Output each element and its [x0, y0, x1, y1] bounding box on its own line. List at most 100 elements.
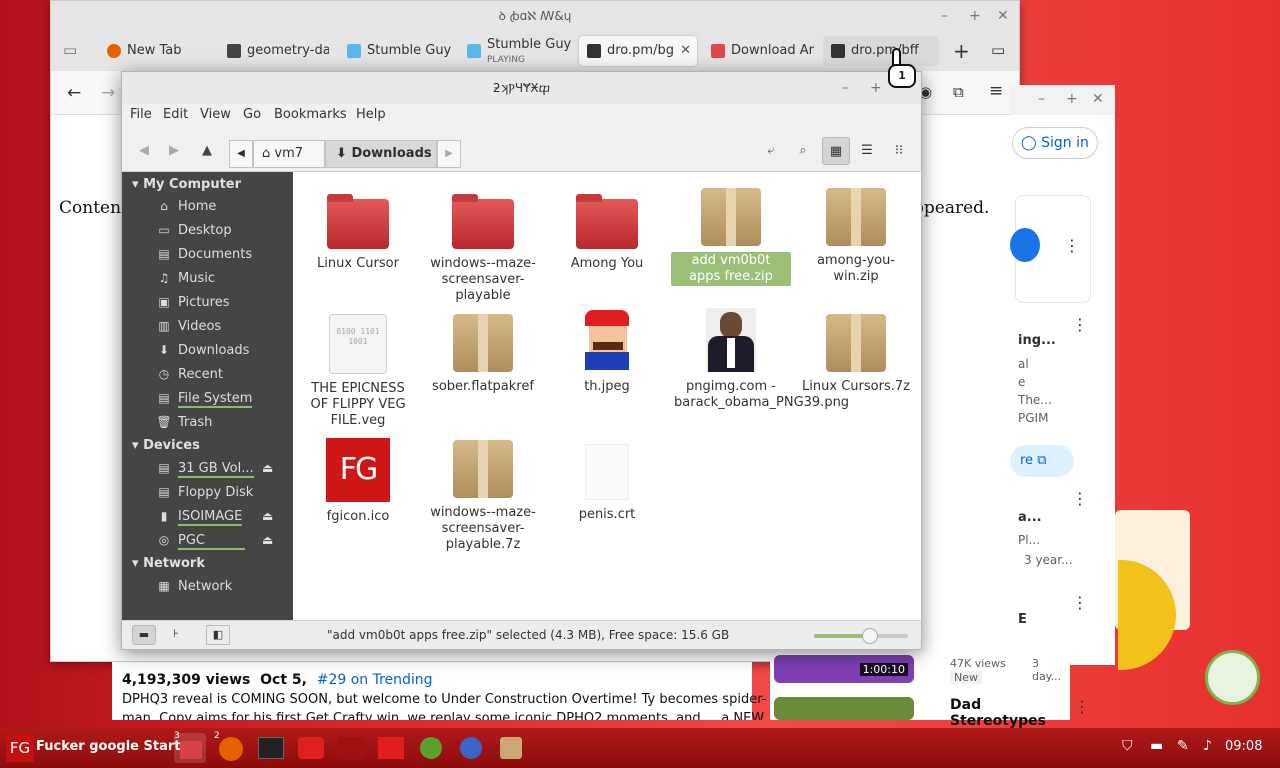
sidebar-item-filesystem[interactable]: ▤ File System: [156, 387, 286, 409]
tab-stumble-2[interactable]: Stumble Guy PLAYING: [459, 36, 571, 66]
close-tab-icon[interactable]: ✕: [680, 36, 691, 66]
search-icon[interactable]: ⌕: [792, 140, 814, 162]
tab-dro-bg[interactable]: dro.pm/bg ✕: [579, 36, 697, 66]
taskbar-archive[interactable]: [494, 733, 526, 763]
tab-overview-icon[interactable]: ▭: [63, 41, 77, 59]
taskbar-files[interactable]: 3: [174, 731, 206, 763]
new-tab-icon[interactable]: +: [953, 39, 970, 63]
fm-titlebar[interactable]: ƻʞⲢЧɎӾⴔ – +: [122, 72, 921, 104]
more-icon[interactable]: ⋮: [1064, 236, 1080, 255]
sidebar-item-documents[interactable]: ▤ Documents: [156, 243, 286, 265]
trending-link[interactable]: #29 on Trending: [317, 672, 433, 688]
file-item[interactable]: FG fgicon.ico: [298, 438, 418, 526]
forward-icon[interactable]: →: [101, 83, 115, 103]
tab-dro-bff[interactable]: dro.pm/bff: [823, 36, 939, 66]
menu-view[interactable]: View: [200, 107, 231, 122]
clock[interactable]: 09:08: [1225, 739, 1262, 754]
extensions-icon[interactable]: ⧉: [953, 83, 964, 101]
sidebar-item-home[interactable]: ⌂ Home: [156, 195, 286, 217]
video-thumbnail[interactable]: [774, 697, 914, 720]
pen-icon[interactable]: ✎: [1177, 738, 1189, 754]
more-icon[interactable]: ⋮: [1074, 697, 1090, 716]
taskbar-terminal[interactable]: [254, 733, 286, 763]
menu-icon[interactable]: ≡: [989, 81, 1003, 101]
tab-download[interactable]: Download Ar: [703, 36, 815, 66]
volume-icon[interactable]: ♪: [1203, 738, 1212, 754]
places-toggle-icon[interactable]: ▬: [132, 625, 156, 645]
file-item[interactable]: 0100 1101 1001 THE EPICNESS OF FLIPPY VEG…: [298, 314, 418, 430]
file-item[interactable]: windows--maze-screensaver-playable: [423, 194, 543, 305]
sidebar-item-pictures[interactable]: ▣ Pictures: [156, 291, 286, 313]
file-item[interactable]: sober.flatpakref: [423, 314, 543, 396]
minimize-icon[interactable]: –: [941, 1, 948, 31]
sidebar-item-music[interactable]: ♫ Music: [156, 267, 286, 289]
compact-view-icon[interactable]: ⁝⁝: [888, 140, 910, 162]
back-icon[interactable]: ◀: [133, 140, 155, 162]
file-item[interactable]: th.jpeg: [547, 308, 667, 396]
eject-icon[interactable]: ⏏: [262, 509, 273, 523]
breadcrumb-downloads[interactable]: ⬇ Downloads: [325, 140, 437, 168]
file-item[interactable]: Linux Cursor: [298, 194, 418, 273]
menu-bookmarks[interactable]: Bookmarks: [274, 107, 347, 122]
video-thumbnail[interactable]: 1:00:10: [774, 655, 914, 683]
file-item[interactable]: among-you-win.zip: [796, 188, 916, 286]
window-icon[interactable]: ▭: [991, 41, 1005, 59]
keyboard-icon[interactable]: ▬: [1150, 738, 1163, 754]
maximize-icon[interactable]: +: [1066, 91, 1078, 107]
taskbar-updater[interactable]: [414, 733, 446, 763]
more-icon[interactable]: ⋮: [1072, 593, 1088, 612]
taskbar-firefox[interactable]: 2: [214, 731, 246, 763]
zoom-slider-knob[interactable]: [862, 628, 879, 644]
maximize-icon[interactable]: +: [969, 1, 981, 31]
breadcrumb-left-icon[interactable]: ◀: [229, 140, 253, 168]
breadcrumb-right-icon[interactable]: ▶: [437, 140, 461, 168]
video-title[interactable]: a...: [1018, 510, 1042, 525]
location-toggle-icon[interactable]: ⤶: [760, 140, 782, 162]
sidebar-section-network[interactable]: ▾ Network: [132, 556, 205, 571]
sidebar-item-videos[interactable]: ▥ Videos: [156, 315, 286, 337]
more-icon[interactable]: ⋮: [1072, 315, 1088, 334]
file-item[interactable]: windows--maze-screensaver-playable.7z: [423, 440, 543, 554]
file-item[interactable]: pngimg.com - barack_obama_PNG39.png: [671, 308, 849, 412]
close-icon[interactable]: ✕: [1092, 91, 1104, 107]
more-button[interactable]: re ⧉: [1010, 445, 1074, 477]
file-item[interactable]: penis.crt: [547, 444, 667, 524]
file-item-selected[interactable]: add vm0b0t apps free.zip: [671, 188, 791, 286]
start-label[interactable]: Fucker google Start: [36, 739, 181, 754]
file-item[interactable]: Linux Cursors.7z: [796, 314, 916, 396]
minimize-icon[interactable]: –: [842, 72, 849, 104]
sidebar-item-desktop[interactable]: ▭ Desktop: [156, 219, 286, 241]
ad-button[interactable]: [1010, 228, 1040, 262]
breadcrumb-home[interactable]: ⌂ vm7: [253, 140, 325, 168]
zoom-slider[interactable]: [814, 628, 908, 644]
taskbar-mario[interactable]: [374, 733, 406, 763]
sign-in-button[interactable]: ◯ Sign in: [1012, 127, 1098, 159]
shield-icon[interactable]: ⛉: [1122, 738, 1133, 754]
tab-new-tab[interactable]: New Tab: [99, 36, 209, 66]
sidebar-item-downloads[interactable]: ⬇ Downloads: [156, 339, 286, 361]
tab-geometry[interactable]: geometry-da: [219, 36, 329, 66]
close-icon[interactable]: ✕: [997, 1, 1009, 31]
sidebar-item-floppy[interactable]: ▤ Floppy Disk: [156, 481, 286, 503]
file-item[interactable]: Among You: [547, 194, 667, 273]
video-title[interactable]: E: [1018, 612, 1027, 627]
sidebar-item-network[interactable]: ▦ Network: [156, 575, 286, 597]
menu-help[interactable]: Help: [356, 107, 386, 122]
more-icon[interactable]: ⋮: [1072, 489, 1088, 508]
tree-toggle-icon[interactable]: ⊦: [164, 625, 188, 645]
taskbar-youtube[interactable]: [294, 733, 326, 763]
sidebar-item-recent[interactable]: ◷ Recent: [156, 363, 286, 385]
minimize-icon[interactable]: –: [1038, 91, 1045, 107]
icon-view-icon[interactable]: ▦: [822, 137, 850, 165]
eject-icon[interactable]: ⏏: [262, 461, 273, 475]
eject-icon[interactable]: ⏏: [262, 533, 273, 547]
tab-stumble-1[interactable]: Stumble Guy: [339, 36, 451, 66]
start-button[interactable]: FG: [6, 734, 34, 762]
video-title[interactable]: Dad Stereotypes: [950, 697, 1070, 729]
sidebar-item-trash[interactable]: 🗑 Trash: [156, 411, 286, 433]
sidebar-section-my-computer[interactable]: ▾ My Computer: [132, 177, 241, 192]
sidebar-toggle-icon[interactable]: ◧: [206, 625, 230, 645]
maximize-icon[interactable]: +: [870, 72, 882, 104]
back-icon[interactable]: ←: [67, 83, 81, 103]
sidebar-section-devices[interactable]: ▾ Devices: [132, 438, 200, 453]
